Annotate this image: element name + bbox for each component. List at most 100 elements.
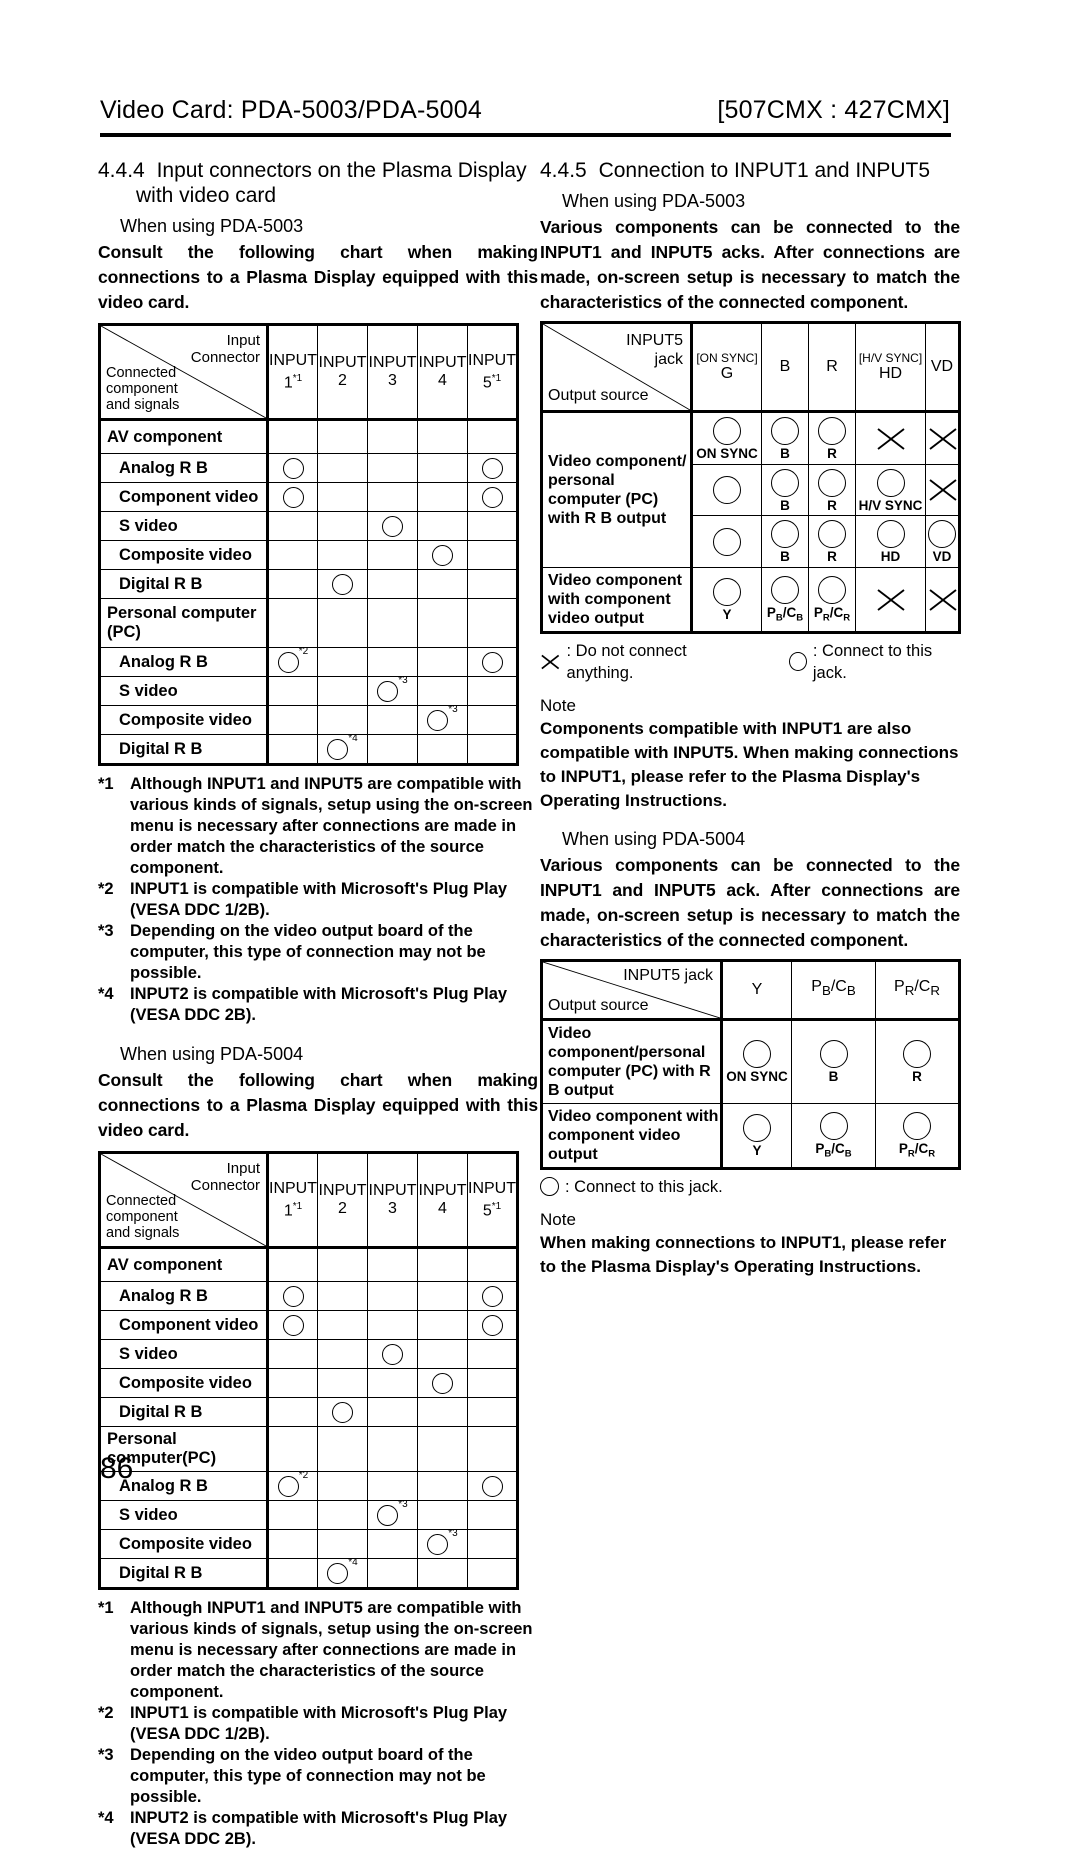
circle-mark-icon (876, 468, 905, 497)
cell-input5 (467, 676, 518, 706)
table-row: S video *3 (99, 675, 518, 706)
jack-signal-label: Y (722, 606, 732, 622)
x-mark-icon (876, 427, 905, 450)
table-header-row: Input Connector Connected component and sign… (99, 324, 518, 421)
cell-input1 (267, 1397, 318, 1427)
footnote-text: Although INPUT1 and INPUT5 are compatibl… (130, 1599, 533, 1701)
jack-cell: R (875, 1018, 960, 1104)
cell-input4 (417, 569, 468, 599)
row-label-signal: Analog R B (99, 1281, 269, 1311)
row-label-signal: Composite video (99, 1529, 269, 1559)
cell-input3 (367, 1281, 418, 1311)
jack-cell: B (761, 463, 809, 516)
cell-input4 (417, 1500, 468, 1530)
section-title-line1: Input connectors on the Plasma Display (156, 159, 527, 182)
row-label-group: AV component (99, 419, 269, 454)
cell-input1 (267, 482, 318, 512)
table-row: AV component (99, 1247, 518, 1282)
table-row: Component video (99, 1310, 518, 1340)
note-label-5004: Note (540, 1209, 576, 1229)
footnote-key: *1 (98, 1599, 114, 1617)
column-header-input4: INPUT 4 (417, 1152, 468, 1249)
manual-page: Video Card: PDA-5003/PDA-5004 [507CMX : … (0, 0, 1080, 1848)
connect-mark: B (762, 417, 808, 461)
cell-input1 (267, 453, 318, 483)
connect-mark: B (792, 1040, 875, 1084)
cell-input1 (267, 705, 318, 735)
corner-label-output-source: Output source (548, 996, 649, 1014)
mark-footnote-ref: *4 (348, 732, 358, 744)
cell-input2 (317, 511, 368, 541)
x-mark-icon (929, 479, 957, 502)
jack-cell (925, 566, 960, 633)
circle-mark-icon (713, 417, 741, 445)
connect-mark: *2 (277, 1470, 308, 1497)
jack-header-bracket: [ON SYNC] (696, 351, 758, 365)
jack-cell: HD (855, 515, 926, 568)
note-text-5003: Components compatible with INPUT1 are al… (540, 718, 959, 810)
header-footnote-ref: *1 (491, 372, 502, 384)
cell-input5 (467, 1368, 518, 1398)
cell-input3 (367, 647, 418, 677)
jack-signal-label: VD (932, 549, 952, 564)
connect-mark: *2 (277, 646, 308, 673)
table-header-row: INPUT5 jack Output source [ON SYNC] G B R [H/V … (541, 322, 960, 413)
cell-input1 (267, 1500, 318, 1530)
jack-cell: PR/CR (875, 1102, 960, 1169)
cell-input4 (417, 1247, 468, 1282)
right-column: 4.4.5 Connection to INPUT1 and INPUT5 Wh… (540, 158, 961, 1279)
table-row: Digital R B *4 (99, 732, 518, 765)
footnote-item: *2 INPUT1 is compatible with Microsoft's … (98, 1703, 538, 1745)
cell-input2 (317, 1310, 368, 1340)
footnotes-5003: *1 Although INPUT1 and INPUT5 are compati… (98, 774, 538, 1026)
circle-mark-icon (382, 515, 403, 537)
circle-mark-icon (282, 1314, 304, 1336)
cell-input2: *4 (317, 732, 368, 765)
circle-mark-icon (903, 1111, 931, 1140)
row-label-signal: Digital R B (99, 569, 269, 599)
cell-input5 (467, 1281, 518, 1311)
connector-table-5004-wrap: Input Connector Connected component and sign… (98, 1151, 538, 1590)
jack-header: PR/CR (875, 959, 960, 1021)
connect-mark: *3 (427, 704, 458, 731)
cell-input4 (417, 734, 468, 765)
connect-mark: Y (693, 577, 761, 622)
jack-cell (691, 463, 762, 516)
jack-header-bracket: [H/V SYNC] (858, 351, 923, 365)
connect-mark: PR/CR (876, 1111, 958, 1159)
legend-o-text-5004: : Connect to this jack. (565, 1177, 723, 1196)
table-row: Analog R B *2 (99, 646, 518, 677)
table-row: Digital R B (99, 569, 518, 599)
cell-input2 (317, 647, 368, 677)
cell-input5 (467, 1397, 518, 1427)
circle-mark-icon (481, 1314, 503, 1336)
input5-table-5003: INPUT5 jack Output source [ON SYNC] G B R [H/V … (540, 321, 961, 634)
cell-input5 (467, 734, 518, 765)
column-header-input3: INPUT 3 (367, 324, 418, 421)
jack-cell: B (791, 1018, 876, 1104)
cell-input1 (267, 1558, 318, 1589)
cell-input5 (467, 1426, 518, 1472)
cell-input5 (467, 1471, 518, 1501)
table-row: Component video (99, 482, 518, 512)
circle-mark-icon (819, 1111, 848, 1140)
connect-mark: R (809, 520, 855, 564)
cell-input4 (417, 453, 468, 483)
x-mark-icon (541, 654, 560, 669)
cell-input3 (367, 569, 418, 599)
header-footnote-ref: *1 (491, 1200, 502, 1212)
corner-label-input5-jack: INPUT5 jack (623, 966, 713, 984)
cell-input2 (317, 1529, 368, 1559)
cell-input1: *2 (267, 646, 318, 677)
footnote-text: INPUT1 is compatible with Microsoft's Pl… (130, 1704, 508, 1743)
cell-input4 (417, 540, 468, 570)
footnote-key: *3 (98, 922, 114, 940)
circle-mark-icon (481, 486, 503, 508)
mark-footnote-ref: *2 (298, 1469, 309, 1481)
table-row: Composite video *3 (99, 704, 518, 735)
connect-mark (481, 486, 503, 508)
table-row: Personal computer(PC) (99, 598, 518, 648)
cell-input4: *3 (417, 1528, 468, 1559)
connect-mark: ON SYNC (693, 417, 761, 461)
cell-input2 (317, 540, 368, 570)
